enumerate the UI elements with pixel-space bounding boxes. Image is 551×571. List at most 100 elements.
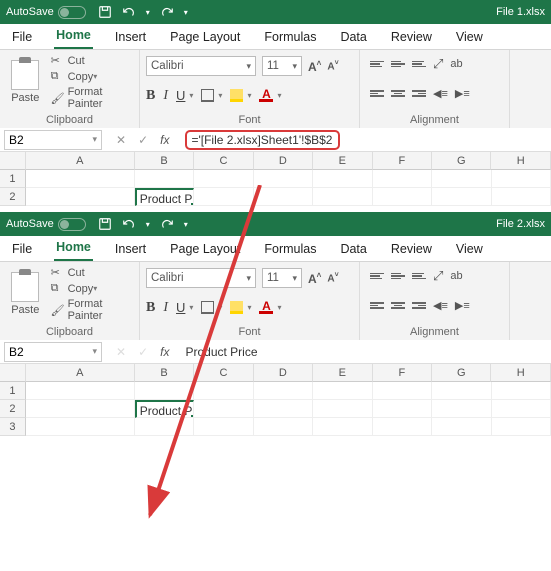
align-right-icon[interactable]	[412, 302, 426, 309]
cell[interactable]	[492, 382, 551, 400]
font-name-combo[interactable]: Calibri	[146, 56, 256, 76]
row-header[interactable]: 1	[0, 382, 26, 400]
col-header[interactable]: A	[26, 364, 135, 382]
cell[interactable]	[26, 382, 135, 400]
cell[interactable]	[135, 382, 194, 400]
col-header[interactable]: A	[26, 152, 135, 170]
orientation-button[interactable]: ⤢	[433, 268, 443, 284]
cell[interactable]	[492, 188, 551, 206]
font-size-combo[interactable]: 11	[262, 56, 302, 76]
increase-indent-button[interactable]: ▶≡	[455, 299, 470, 312]
underline-button[interactable]: U	[176, 300, 185, 315]
tab-page-layout[interactable]: Page Layout	[168, 237, 242, 261]
format-painter-button[interactable]: 🖌Format Painter	[51, 298, 133, 322]
decrease-indent-button[interactable]: ◀≡	[433, 87, 448, 100]
cell[interactable]	[432, 170, 491, 188]
cell[interactable]	[313, 382, 372, 400]
copy-button[interactable]: ⧉Copy▾	[51, 70, 133, 83]
spreadsheet-grid[interactable]: ABCDEFGH 12Product Price	[0, 152, 551, 206]
undo-icon[interactable]	[122, 217, 136, 231]
tab-formulas[interactable]: Formulas	[262, 237, 318, 261]
cell[interactable]	[492, 418, 551, 436]
font-color-button[interactable]: A	[259, 301, 273, 314]
row-header[interactable]: 2	[0, 400, 26, 418]
col-header[interactable]: B	[135, 152, 194, 170]
cell[interactable]	[194, 418, 253, 436]
undo-icon[interactable]	[122, 5, 136, 19]
tab-formulas[interactable]: Formulas	[262, 25, 318, 49]
undo-dropdown-icon[interactable]: ▾	[146, 220, 150, 229]
cell[interactable]: Product Price	[135, 188, 194, 206]
tab-home[interactable]: Home	[54, 235, 93, 261]
align-top-icon[interactable]	[370, 61, 384, 68]
align-middle-icon[interactable]	[391, 61, 405, 68]
row-header[interactable]: 1	[0, 170, 26, 188]
redo-dropdown-icon[interactable]: ▾	[184, 220, 188, 229]
cell[interactable]	[26, 418, 135, 436]
wrap-text-button[interactable]: ab	[450, 58, 462, 70]
italic-button[interactable]: I	[163, 88, 168, 104]
enter-icon[interactable]: ✓	[138, 133, 148, 147]
cell[interactable]	[373, 188, 432, 206]
formula-input[interactable]: Product Price	[179, 342, 551, 362]
cell[interactable]	[373, 418, 432, 436]
save-icon[interactable]	[98, 217, 112, 231]
align-left-icon[interactable]	[370, 90, 384, 97]
cell[interactable]	[254, 382, 313, 400]
borders-button[interactable]	[201, 301, 214, 314]
tab-insert[interactable]: Insert	[113, 25, 148, 49]
tab-page-layout[interactable]: Page Layout	[168, 25, 242, 49]
col-header[interactable]: B	[135, 364, 194, 382]
col-header[interactable]: D	[254, 364, 313, 382]
cell[interactable]	[254, 188, 313, 206]
orientation-button[interactable]: ⤢	[433, 56, 443, 72]
align-right-icon[interactable]	[412, 90, 426, 97]
enter-icon[interactable]: ✓	[138, 345, 148, 359]
shrink-font-button[interactable]: A˅	[327, 272, 338, 284]
cancel-icon[interactable]: ✕	[116, 345, 126, 359]
paste-button[interactable]: Paste	[6, 265, 45, 323]
col-header[interactable]: E	[313, 152, 372, 170]
cell[interactable]	[373, 170, 432, 188]
tab-data[interactable]: Data	[338, 237, 368, 261]
cell[interactable]	[313, 188, 372, 206]
cell[interactable]	[432, 188, 491, 206]
redo-icon[interactable]	[160, 217, 174, 231]
autosave-toggle[interactable]: AutoSave	[6, 218, 86, 231]
col-header[interactable]: G	[432, 152, 491, 170]
cancel-icon[interactable]: ✕	[116, 133, 126, 147]
format-painter-button[interactable]: 🖌Format Painter	[51, 86, 133, 110]
toggle-switch-icon[interactable]	[58, 6, 86, 19]
formula-input[interactable]: ='[File 2.xlsx]Sheet1'!$B$2	[179, 130, 551, 150]
name-box[interactable]: B2	[4, 342, 102, 362]
underline-button[interactable]: U	[176, 88, 185, 103]
col-header[interactable]: D	[254, 152, 313, 170]
increase-indent-button[interactable]: ▶≡	[455, 87, 470, 100]
cell[interactable]	[373, 382, 432, 400]
copy-button[interactable]: ⧉Copy▾	[51, 282, 133, 295]
col-header[interactable]: C	[194, 364, 253, 382]
cell[interactable]	[26, 170, 135, 188]
cut-button[interactable]: ✂Cut	[51, 266, 133, 279]
cut-button[interactable]: ✂Cut	[51, 54, 133, 67]
spreadsheet-grid[interactable]: ABCDEFGH 12Product Price3	[0, 364, 551, 436]
tab-view[interactable]: View	[454, 237, 485, 261]
autosave-toggle[interactable]: AutoSave	[6, 6, 86, 19]
row-header[interactable]: 3	[0, 418, 26, 436]
grow-font-button[interactable]: A˄	[308, 59, 321, 74]
col-header[interactable]: F	[373, 364, 432, 382]
cell[interactable]	[194, 170, 253, 188]
undo-dropdown-icon[interactable]: ▾	[146, 8, 150, 17]
wrap-text-button[interactable]: ab	[450, 270, 462, 282]
save-icon[interactable]	[98, 5, 112, 19]
cell[interactable]	[373, 400, 432, 418]
col-header[interactable]: G	[432, 364, 491, 382]
bold-button[interactable]: B	[146, 88, 155, 104]
cell[interactable]	[135, 170, 194, 188]
cell[interactable]	[432, 400, 491, 418]
toggle-switch-icon[interactable]	[58, 218, 86, 231]
cell[interactable]	[194, 188, 253, 206]
tab-insert[interactable]: Insert	[113, 237, 148, 261]
col-header[interactable]: H	[491, 364, 550, 382]
tab-review[interactable]: Review	[389, 237, 434, 261]
